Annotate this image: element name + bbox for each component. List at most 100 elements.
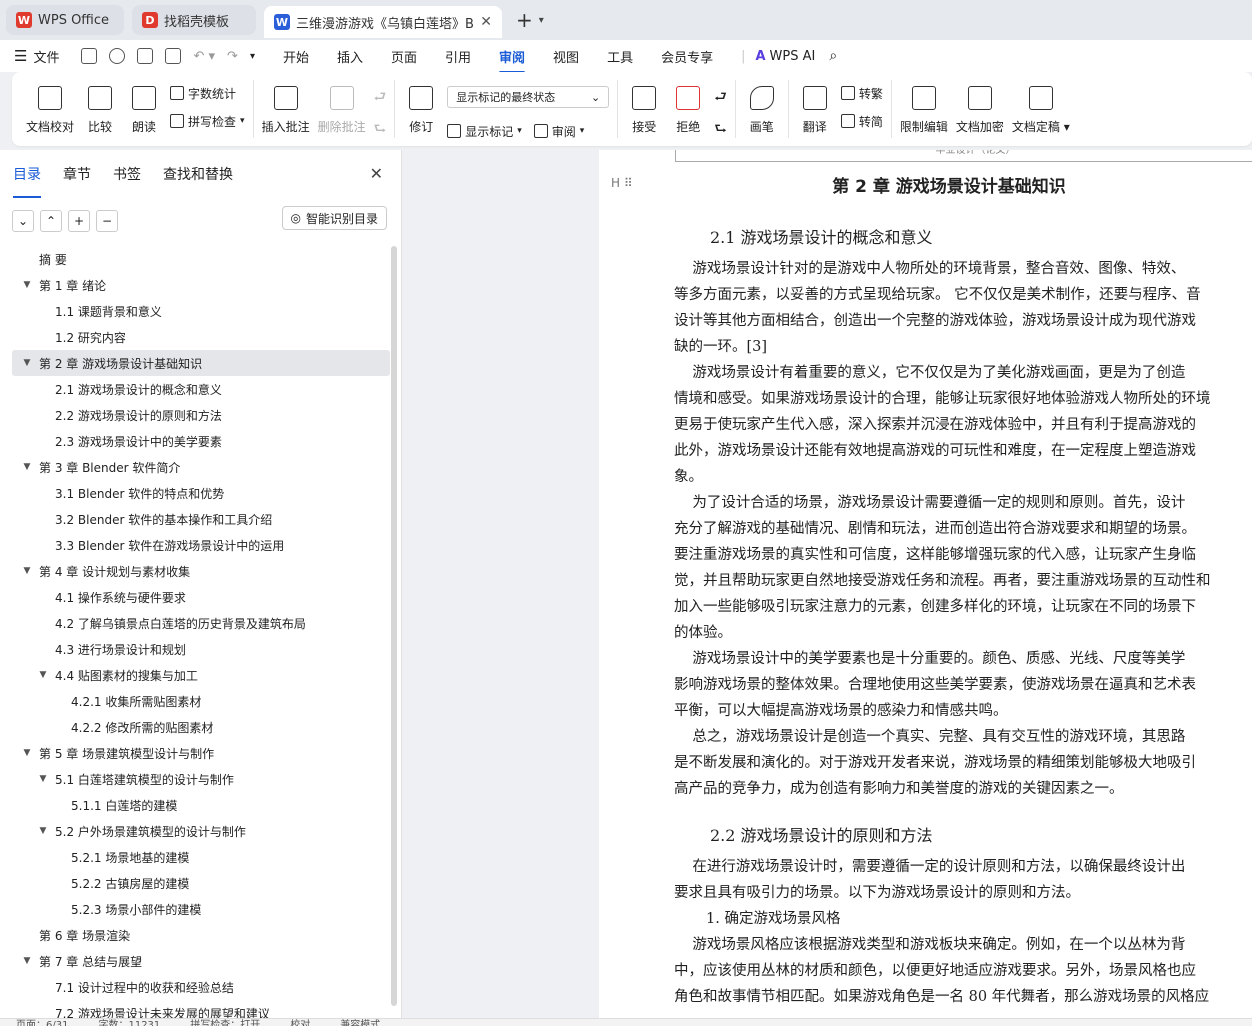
hamburger-icon[interactable]: ☰	[14, 47, 27, 65]
markup-state-select[interactable]: 显示标记的最终状态 ⌄	[447, 86, 610, 108]
tab-wps-office[interactable]: W WPS Office	[6, 5, 124, 35]
print-preview-icon[interactable]	[165, 48, 182, 64]
menu-view[interactable]: 视图	[553, 47, 579, 66]
previous-change-icon[interactable]: ⮐	[714, 86, 727, 110]
close-icon[interactable]: ✕	[370, 164, 383, 183]
translate-button[interactable]: 翻译	[797, 80, 833, 135]
encrypt-button[interactable]: 文档加密	[956, 80, 1004, 135]
search-icon[interactable]: ⌕	[829, 48, 837, 64]
expand-arrow-icon[interactable]: ▼	[20, 956, 34, 966]
new-tab-plus-icon[interactable]: +	[516, 8, 533, 32]
toc-item[interactable]: 1.2 研究内容	[12, 324, 390, 350]
expand-arrow-icon[interactable]: ▼	[36, 774, 50, 784]
review-pane-button[interactable]: 审阅 ▾	[533, 118, 584, 144]
tab-find-replace[interactable]: 查找和替换	[163, 164, 233, 192]
toc-item[interactable]: ▼ 4.4 贴图素材的搜集与加工	[12, 662, 390, 688]
to-simplified-button[interactable]: 转简	[840, 108, 883, 134]
toc-item[interactable]: 4.1 操作系统与硬件要求	[12, 584, 390, 610]
menu-home[interactable]: 开始	[283, 47, 309, 66]
menu-member[interactable]: 会员专享	[661, 47, 713, 66]
toc-item[interactable]: 摘 要	[12, 246, 390, 272]
toc-item[interactable]: ▼ 第 5 章 场景建筑模型设计与制作	[12, 740, 390, 766]
toc-item[interactable]: 第 6 章 场景渲染	[12, 922, 390, 948]
menu-wps-ai[interactable]: WPS AI	[770, 49, 816, 64]
expand-arrow-icon[interactable]: ▼	[20, 358, 34, 368]
toc-item[interactable]: ▼ 第 4 章 设计规划与素材收集	[12, 558, 390, 584]
accept-button[interactable]: 接受	[626, 80, 662, 135]
expand-arrow-icon[interactable]: ▼	[20, 748, 34, 758]
close-icon[interactable]: ✕	[480, 14, 492, 30]
spell-check-button[interactable]: 拼写检查 ▾	[170, 108, 245, 134]
toc-item[interactable]: ▼ 第 3 章 Blender 软件简介	[12, 454, 390, 480]
toc-item[interactable]: 2.3 游戏场景设计中的美学要素	[12, 428, 390, 454]
next-comment-icon[interactable]: ⮑	[374, 118, 387, 142]
compare-button[interactable]: 比较	[82, 80, 118, 135]
toc-item[interactable]: 5.2.1 场景地基的建模	[12, 844, 390, 870]
toc-item[interactable]: 5.2.2 古镇房屋的建模	[12, 870, 390, 896]
pen-button[interactable]: 画笔	[744, 80, 780, 135]
tab-bookmark[interactable]: 书签	[113, 164, 141, 192]
toc-item[interactable]: ▼ 5.2 户外场景建筑模型的设计与制作	[12, 818, 390, 844]
toc-item[interactable]: 7.1 设计过程中的收获和经验总结	[12, 974, 390, 1000]
link-icon[interactable]	[109, 48, 126, 64]
expand-arrow-icon[interactable]: ▼	[20, 566, 34, 576]
toc-item[interactable]: 5.1.1 白莲塔的建模	[12, 792, 390, 818]
expand-arrow-icon[interactable]: ▼	[20, 462, 34, 472]
toc-item[interactable]: 2.1 游戏场景设计的概念和意义	[12, 376, 390, 402]
toc-item[interactable]: 4.2 了解乌镇景点白莲塔的历史背景及建筑布局	[12, 610, 390, 636]
next-change-icon[interactable]: ⮑	[714, 118, 727, 142]
proof-status[interactable]: 校对	[290, 1019, 310, 1026]
heading-drag-handle-icon[interactable]: H ⠿	[611, 176, 633, 190]
toc-item[interactable]: 2.2 游戏场景设计的原则和方法	[12, 402, 390, 428]
add-heading-icon[interactable]: +	[68, 210, 90, 232]
chevron-down-icon[interactable]: ▾	[250, 51, 255, 62]
menu-reference[interactable]: 引用	[445, 47, 471, 66]
toc-item[interactable]: 1.1 课题背景和意义	[12, 298, 390, 324]
toc-item[interactable]: ▼ 第 1 章 绪论	[12, 272, 390, 298]
expand-down-icon[interactable]: ⌄	[12, 210, 34, 232]
tab-document[interactable]: W 三维漫游游戏《乌镇白莲塔》B ✕	[264, 6, 502, 38]
show-markup-button[interactable]: 显示标记 ▾	[447, 118, 522, 144]
toc-item[interactable]: ▼ 第 7 章 总结与展望	[12, 948, 390, 974]
reject-button[interactable]: 拒绝	[670, 80, 706, 135]
collapse-up-icon[interactable]: ⌃	[40, 210, 62, 232]
chevron-down-icon[interactable]: ▾	[539, 15, 544, 26]
delete-comment-button[interactable]: 删除批注	[318, 80, 366, 135]
finalize-button[interactable]: 文档定稿 ▾	[1012, 80, 1070, 135]
smart-toc-button[interactable]: ◎ 智能识别目录	[281, 206, 387, 230]
to-traditional-button[interactable]: 转繁	[840, 80, 883, 106]
menu-tools[interactable]: 工具	[607, 47, 633, 66]
page-indicator[interactable]: 页面：6/31	[16, 1019, 68, 1026]
toc-item[interactable]: 3.1 Blender 软件的特点和优势	[12, 480, 390, 506]
word-count-button[interactable]: 字数统计	[170, 80, 245, 106]
revise-button[interactable]: 修订	[403, 80, 439, 135]
tab-template[interactable]: D 找稻壳模板	[132, 5, 256, 35]
restrict-edit-button[interactable]: 限制编辑	[900, 80, 948, 135]
word-count[interactable]: 字数：11231	[98, 1019, 160, 1026]
menu-file[interactable]: 文件	[33, 47, 59, 66]
expand-arrow-icon[interactable]: ▼	[36, 670, 50, 680]
toc-item[interactable]: 4.2.2 修改所需的贴图素材	[12, 714, 390, 740]
redo-icon[interactable]: ↷	[227, 49, 238, 64]
save-icon[interactable]	[81, 48, 98, 64]
previous-comment-icon[interactable]: ⮐	[374, 86, 387, 110]
read-aloud-button[interactable]: 朗读	[126, 80, 162, 135]
tab-chapter[interactable]: 章节	[63, 164, 91, 192]
document-page[interactable]: 毕业设计（论文） H ⠿ 第 2 章 游戏场景设计基础知识 2.1 游戏场景设计…	[599, 150, 1252, 1018]
remove-heading-icon[interactable]: −	[96, 210, 118, 232]
toc-item[interactable]: 3.2 Blender 软件的基本操作和工具介绍	[12, 506, 390, 532]
toc-item[interactable]: 4.2.1 收集所需贴图素材	[12, 688, 390, 714]
menu-insert[interactable]: 插入	[337, 47, 363, 66]
menu-review[interactable]: 审阅	[499, 47, 526, 74]
doc-check-button[interactable]: 文档校对	[26, 80, 74, 135]
toc-item[interactable]: 3.3 Blender 软件在游戏场景设计中的运用	[12, 532, 390, 558]
toc-item[interactable]: 4.3 进行场景设计和规划	[12, 636, 390, 662]
undo-icon[interactable]: ↶ ▾	[193, 49, 215, 64]
toc-item[interactable]: ▼ 第 2 章 游戏场景设计基础知识	[12, 350, 390, 376]
spell-status[interactable]: 拼写检查：打开	[190, 1019, 260, 1026]
menu-page[interactable]: 页面	[391, 47, 417, 66]
scrollbar[interactable]	[391, 246, 397, 1006]
expand-arrow-icon[interactable]: ▼	[36, 826, 50, 836]
insert-comment-button[interactable]: 插入批注	[262, 80, 310, 135]
print-icon[interactable]	[137, 48, 154, 64]
